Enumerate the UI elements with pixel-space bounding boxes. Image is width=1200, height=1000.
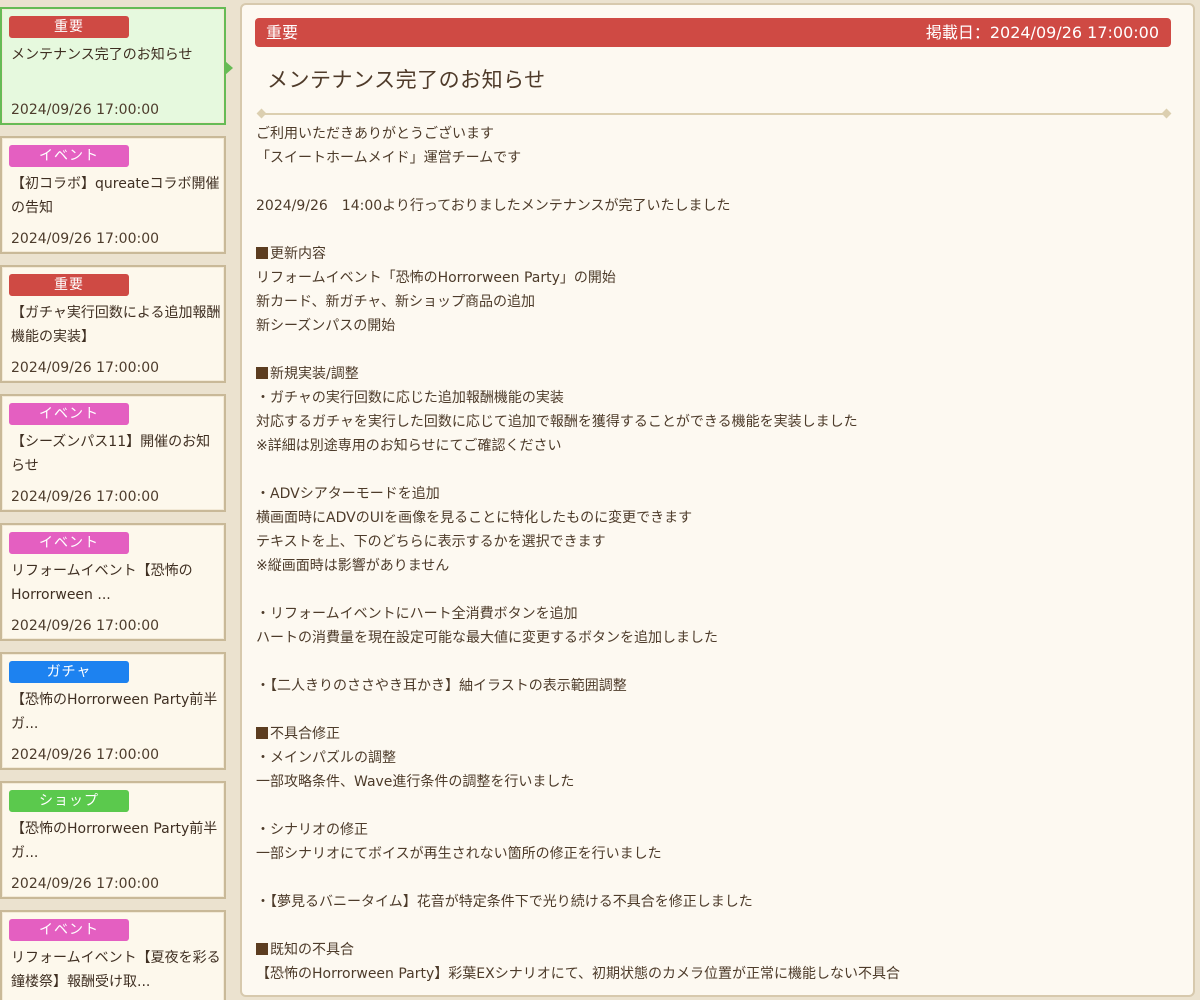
body-text-line: 横画面時にADVのUIを画像を見ることに特化したものに変更できます: [256, 510, 693, 526]
news-list-sidebar: 重要 メンテナンス完了のお知らせ 2024/09/26 17:00:00 イベント 【初…: [0, 0, 236, 1000]
square-bullet-icon: [256, 943, 268, 955]
body-text-line: テキストを上、下のどちらに表示するかを選択できます: [256, 534, 606, 550]
news-item-date: 2024/09/26 17:00:00: [11, 876, 160, 892]
section-heading: 不具合修正: [256, 722, 1176, 746]
news-item-title: メンテナンス完了のお知らせ: [11, 47, 193, 63]
category-badge: 重要: [9, 274, 129, 296]
news-list-item[interactable]: イベントリフォームイベント【恐怖のHorrorween ... 2024/09/2…: [0, 523, 226, 641]
article-category: 重要: [266, 23, 299, 42]
body-text-line: ・【二人きりのささやき耳かき】紬イラストの表示範囲調整: [256, 678, 627, 694]
divider-ornament-right: [1161, 108, 1172, 119]
title-divider: [256, 108, 1172, 120]
category-badge: イベント: [9, 145, 129, 167]
news-list-item[interactable]: イベントリフォームイベント【夏夜を彩る鐘楼祭】報酬受け取...: [0, 910, 226, 1000]
news-item-title: リフォームイベント【恐怖のHorrorween ...: [11, 563, 193, 603]
article-title: メンテナンス完了のお知らせ: [267, 68, 546, 92]
body-text-line: ※詳細は別途専用のお知らせにてご確認ください: [256, 438, 562, 454]
news-list-item[interactable]: イベント【初コラボ】qureateコラボ開催の告知 2024/09/26 17:0…: [0, 136, 226, 254]
section-heading-text: 不具合修正: [270, 726, 340, 742]
article-date: 掲載日：2024/09/26 17:00:00: [925, 23, 1159, 42]
news-item-date: 2024/09/26 17:00:00: [11, 489, 160, 505]
category-badge: 重要: [9, 16, 129, 38]
section-heading-text: 既知の不具合: [270, 942, 354, 958]
category-badge: イベント: [9, 403, 129, 425]
news-item-title: リフォームイベント【夏夜を彩る鐘楼祭】報酬受け取...: [11, 950, 221, 990]
divider-ornament-left: [256, 108, 267, 119]
news-list-item[interactable]: ショップ【恐怖のHorrorween Party前半ガ... 2024/09/26…: [0, 781, 226, 899]
news-item-title: 【初コラボ】qureateコラボ開催の告知: [11, 176, 220, 216]
body-text-line: 「スイートホームメイド」運営チームです: [256, 150, 522, 166]
category-badge: イベント: [9, 532, 129, 554]
category-badge: ショップ: [9, 790, 129, 812]
news-item-date: 2024/09/26 17:00:00: [11, 747, 160, 763]
news-item-title: 【恐怖のHorrorween Party前半ガ...: [11, 821, 218, 861]
news-item-title: 【ガチャ実行回数による追加報酬機能の実装】: [11, 305, 221, 345]
news-item-date: 2024/09/26 17:00:00: [11, 618, 160, 634]
square-bullet-icon: [256, 247, 268, 259]
body-text-line: 【恐怖のHorrorween Party】彩葉EXシナリオにて、初期状態のカメラ…: [256, 966, 901, 982]
body-text-line: ・シナリオの修正: [256, 822, 368, 838]
category-badge: イベント: [9, 919, 129, 941]
news-item-date: 2024/09/26 17:00:00: [11, 102, 160, 118]
body-text-line: 対応するガチャを実行した回数に応じて追加で報酬を獲得することができる機能を実装し…: [256, 414, 858, 430]
body-text-line: ハートの消費量を現在設定可能な最大値に変更するボタンを追加しました: [256, 630, 718, 646]
news-list-item[interactable]: 重要メンテナンス完了のお知らせ 2024/09/26 17:00:00: [0, 7, 233, 125]
body-text-line: 2024/9/26 14:00より行っておりましたメンテナンスが完了いたしました: [256, 198, 731, 214]
body-text-line: 一部攻略条件、Wave進行条件の調整を行いました: [256, 774, 575, 790]
body-text-line: 新カード、新ガチャ、新ショップ商品の追加: [256, 294, 536, 310]
body-text-line: ・【夢見るバニータイム】花音が特定条件下で光り続ける不具合を修正しました: [256, 894, 753, 910]
section-heading-text: 更新内容: [270, 246, 326, 262]
divider-line: [264, 113, 1164, 115]
news-item-date: 2024/09/26 17:00:00: [11, 231, 160, 247]
square-bullet-icon: [256, 727, 268, 739]
app-root: 重要 メンテナンス完了のお知らせ 2024/09/26 17:00:00 イベント 【初…: [0, 0, 1200, 1000]
article-body[interactable]: ご利用いただきありがとうございます「スイートホームメイド」運営チームです 2024…: [256, 122, 1176, 986]
square-bullet-icon: [256, 367, 268, 379]
body-text-line: リフォームイベント「恐怖のHorrorween Party」の開始: [256, 270, 616, 286]
section-heading: 更新内容: [256, 242, 1176, 266]
body-text-line: ・リフォームイベントにハート全消費ボタンを追加: [256, 606, 578, 622]
article-panel: 重要 掲載日：2024/09/26 17:00:00 メンテナンス完了のお知らせ…: [240, 3, 1195, 997]
section-heading-text: 新規実装/調整: [270, 366, 359, 382]
news-list-item[interactable]: イベント【シーズンパス11】開催のお知らせ 2024/09/26 17:00:00: [0, 394, 226, 512]
body-text-line: 新シーズンパスの開始: [256, 318, 396, 334]
body-text-line: ・ADVシアターモードを追加: [256, 486, 440, 502]
article-header-bar: 重要 掲載日：2024/09/26 17:00:00: [255, 18, 1171, 47]
news-list-item[interactable]: ガチャ【恐怖のHorrorween Party前半ガ... 2024/09/26 …: [0, 652, 226, 770]
news-list-item[interactable]: 重要【ガチャ実行回数による追加報酬機能の実装】 2024/09/26 17:00:…: [0, 265, 226, 383]
category-badge: ガチャ: [9, 661, 129, 683]
body-text-line: ・メインパズルの調整: [256, 750, 396, 766]
news-item-title: 【シーズンパス11】開催のお知らせ: [11, 434, 211, 474]
body-text-line: ※縦画面時は影響がありません: [256, 558, 450, 574]
body-text-line: ・ガチャの実行回数に応じた追加報酬機能の実装: [256, 390, 564, 406]
section-heading: 新規実装/調整: [256, 362, 1176, 386]
news-item-date: 2024/09/26 17:00:00: [11, 360, 160, 376]
news-item-title: 【恐怖のHorrorween Party前半ガ...: [11, 692, 218, 732]
section-heading: 既知の不具合: [256, 938, 1176, 962]
selected-indicator-arrow: [225, 61, 233, 75]
body-text-line: ご利用いただきありがとうございます: [256, 126, 494, 142]
body-text-line: 一部シナリオにてボイスが再生されない箇所の修正を行いました: [256, 846, 662, 862]
